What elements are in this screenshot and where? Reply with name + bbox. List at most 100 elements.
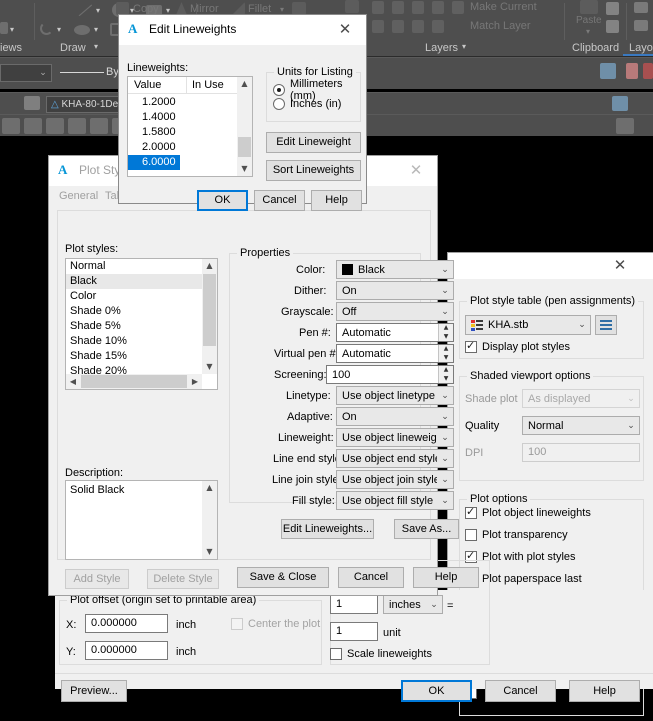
plot-style-table-editor-button[interactable] bbox=[595, 315, 617, 335]
draw-line-icon[interactable] bbox=[78, 4, 92, 16]
scroll-right-icon[interactable]: ▶ bbox=[188, 374, 202, 389]
layer-merge-icon[interactable] bbox=[452, 1, 464, 14]
layer-unlock-icon[interactable] bbox=[412, 20, 424, 33]
sort-lineweights-button[interactable]: Sort Lineweights bbox=[266, 160, 361, 181]
scroll-left-icon[interactable]: ◀ bbox=[66, 374, 80, 389]
linetype-combo[interactable]: ⌄ bbox=[0, 64, 52, 82]
save-as-button[interactable]: Save As... bbox=[394, 519, 459, 539]
scroll-down-icon[interactable]: ▼ bbox=[202, 545, 217, 559]
prop-grayscale-combo[interactable]: Off ⌄ bbox=[336, 302, 454, 321]
list-item[interactable]: Shade 10% bbox=[66, 334, 202, 349]
paste-chevron-icon[interactable]: ▾ bbox=[586, 27, 590, 36]
tool-polyline-icon[interactable] bbox=[24, 118, 42, 134]
draw-panel-chevron-icon[interactable]: ▾ bbox=[94, 42, 98, 51]
description-box[interactable]: Solid Black ▲ ▼ bbox=[65, 480, 218, 560]
list-item[interactable]: Color bbox=[66, 289, 202, 304]
plot-object-lineweights-checkbox[interactable]: Plot object lineweights bbox=[465, 505, 591, 519]
close-icon[interactable]: ✕ bbox=[395, 156, 437, 186]
properties-icon-1[interactable] bbox=[600, 63, 616, 79]
description-vscrollbar[interactable]: ▲ ▼ bbox=[202, 481, 217, 559]
lineweights-listbox[interactable]: Value In Use 1.2000 1.4000 1.5800 2.0000… bbox=[127, 76, 253, 177]
center-the-plot-checkbox[interactable]: Center the plot bbox=[231, 618, 320, 630]
pste-help-button[interactable]: Help bbox=[413, 567, 479, 588]
list-item-selected[interactable]: Black bbox=[66, 274, 202, 289]
layer-on-icon[interactable] bbox=[392, 20, 404, 33]
lineweights-vscrollbar[interactable]: ▲ ▼ bbox=[237, 77, 252, 176]
plot-ok-button[interactable]: OK bbox=[401, 680, 472, 702]
layer-freeze-icon[interactable] bbox=[372, 1, 384, 14]
chevron-down-icon[interactable]: ⌄ bbox=[437, 433, 453, 443]
save-and-close-button[interactable]: Save & Close bbox=[237, 567, 329, 588]
tool-curve-icon[interactable] bbox=[90, 118, 108, 134]
spin-down-icon[interactable]: ▼ bbox=[439, 354, 453, 363]
chevron-down-icon[interactable]: ⌄ bbox=[437, 496, 453, 506]
layer-thaw-icon[interactable] bbox=[372, 20, 384, 33]
layout-icon-b[interactable] bbox=[634, 20, 648, 31]
layer-state-icon[interactable] bbox=[24, 96, 40, 110]
scale-denominator-input[interactable]: 1 bbox=[330, 622, 378, 641]
list-item-selected[interactable]: 6.0000 bbox=[128, 155, 180, 170]
quality-combo[interactable]: Normal ⌄ bbox=[522, 416, 640, 435]
plot-styles-listbox[interactable]: Normal Black Color Shade 0% Shade 5% Sha… bbox=[65, 258, 218, 390]
views-icon[interactable] bbox=[0, 22, 8, 34]
plot-style-table-combo[interactable]: KHA.stb ⌄ bbox=[465, 315, 591, 335]
edit-lineweights-button[interactable]: Edit Lineweights... bbox=[281, 519, 374, 539]
prop-fill-style-combo[interactable]: Use object fill style ⌄ bbox=[336, 491, 454, 510]
draw-ellipse-chevron-icon[interactable]: ▾ bbox=[94, 25, 98, 34]
edit-lineweight-button[interactable]: Edit Lineweight bbox=[266, 132, 361, 153]
layer-properties-icon[interactable] bbox=[345, 0, 359, 13]
list-item[interactable]: Shade 5% bbox=[66, 319, 202, 334]
list-item[interactable]: Normal bbox=[66, 259, 202, 274]
spin-down-icon[interactable]: ▼ bbox=[439, 375, 453, 384]
clipboard-copy-icon[interactable] bbox=[606, 2, 619, 15]
elw-help-button[interactable]: Help bbox=[311, 190, 362, 211]
fillet-chevron-icon[interactable]: ▾ bbox=[280, 5, 284, 14]
tool-dimension-icon[interactable] bbox=[46, 118, 64, 134]
spin-down-icon[interactable]: ▼ bbox=[439, 333, 453, 342]
chevron-down-icon[interactable]: ⌄ bbox=[437, 307, 453, 317]
scroll-up-icon[interactable]: ▲ bbox=[237, 77, 252, 91]
pste-cancel-button[interactable]: Cancel bbox=[338, 567, 404, 588]
list-item[interactable]: 1.5800 bbox=[128, 125, 237, 140]
chevron-down-icon[interactable]: ⌄ bbox=[437, 412, 453, 422]
units-inches-radio[interactable]: Inches (in) bbox=[273, 98, 341, 110]
properties-icon-2[interactable] bbox=[626, 63, 638, 79]
prop-dither-combo[interactable]: On ⌄ bbox=[336, 281, 454, 300]
prop-screening-spinner[interactable]: 100 ▲ ▼ bbox=[326, 365, 454, 384]
tool-arc-icon[interactable] bbox=[68, 118, 86, 134]
close-icon[interactable]: ✕ bbox=[605, 253, 635, 279]
display-plot-styles-checkbox[interactable]: Display plot styles bbox=[465, 339, 570, 353]
scroll-thumb[interactable] bbox=[203, 274, 216, 346]
tab-general[interactable]: General bbox=[59, 190, 98, 202]
spinner-buttons[interactable]: ▲ ▼ bbox=[438, 324, 453, 341]
chevron-down-icon[interactable]: ⌄ bbox=[623, 421, 639, 431]
layer-previous-icon[interactable] bbox=[432, 20, 444, 33]
plot-cancel-button[interactable]: Cancel bbox=[485, 680, 556, 702]
layers-panel-chevron-icon[interactable]: ▾ bbox=[462, 42, 466, 51]
scroll-thumb[interactable] bbox=[238, 137, 251, 157]
list-item[interactable]: Shade 15% bbox=[66, 349, 202, 364]
layout-icon-a[interactable] bbox=[634, 2, 648, 13]
preview-button[interactable]: Preview... bbox=[61, 680, 127, 702]
spin-up-icon[interactable]: ▲ bbox=[439, 366, 453, 375]
offset-y-input[interactable]: 0.000000 bbox=[85, 641, 168, 660]
prop-adaptive-combo[interactable]: On ⌄ bbox=[336, 407, 454, 426]
offset-x-input[interactable]: 0.000000 bbox=[85, 614, 168, 633]
chevron-down-icon[interactable]: ⌄ bbox=[437, 265, 453, 275]
elw-ok-button[interactable]: OK bbox=[197, 190, 248, 211]
scroll-up-icon[interactable]: ▲ bbox=[202, 481, 217, 495]
scale-lineweights-checkbox[interactable]: Scale lineweights bbox=[330, 648, 432, 660]
prop-pen-spinner[interactable]: Automatic ▲ ▼ bbox=[336, 323, 454, 342]
elw-cancel-button[interactable]: Cancel bbox=[254, 190, 305, 211]
scroll-up-icon[interactable]: ▲ bbox=[202, 259, 217, 273]
chevron-down-icon[interactable]: ⌄ bbox=[574, 320, 590, 330]
chevron-down-icon[interactable]: ⌄ bbox=[437, 454, 453, 464]
chevron-down-icon[interactable]: ⌄ bbox=[437, 391, 453, 401]
layer-isolate-icon[interactable] bbox=[392, 1, 404, 14]
close-icon[interactable]: ✕ bbox=[324, 15, 366, 45]
draw-arc-chevron-icon[interactable]: ▾ bbox=[57, 25, 61, 34]
spinner-buttons[interactable]: ▲ ▼ bbox=[438, 366, 453, 383]
list-item[interactable]: 1.4000 bbox=[128, 110, 237, 125]
list-item[interactable]: Shade 20% bbox=[66, 364, 202, 374]
plot-transparency-checkbox[interactable]: Plot transparency bbox=[465, 529, 568, 541]
